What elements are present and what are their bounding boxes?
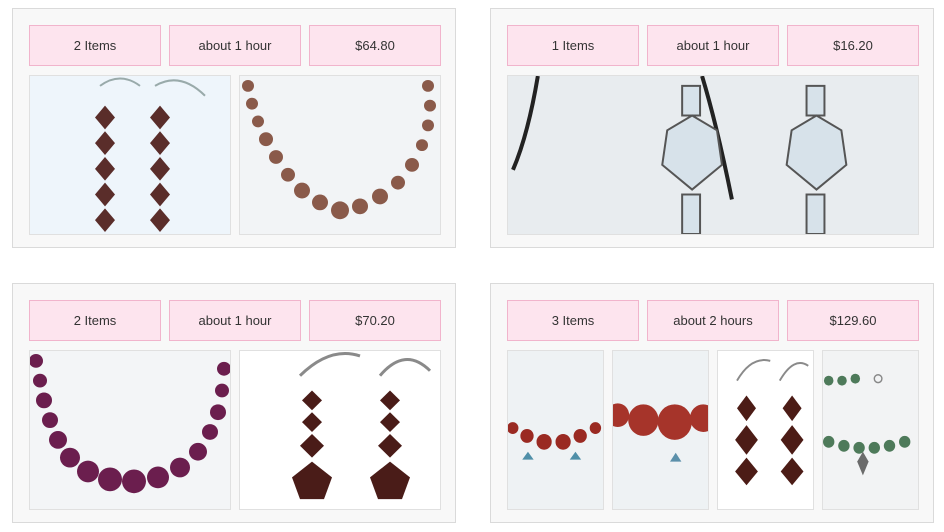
order-time-badge: about 2 hours — [647, 300, 779, 341]
order-price-badge: $129.60 — [787, 300, 919, 341]
product-photo-brown-drop-earrings[interactable] — [239, 350, 441, 510]
order-card-2[interactable]: 1 Items about 1 hour $16.20 — [490, 8, 934, 248]
order-price-badge: $70.20 — [309, 300, 441, 341]
order-price-badge: $64.80 — [309, 25, 441, 66]
item-count-badge: 3 Items — [507, 300, 639, 341]
product-photo-red-jasper-closeup[interactable] — [612, 350, 709, 510]
order-photos — [507, 350, 919, 510]
order-price-badge: $16.20 — [787, 25, 919, 66]
order-card-3[interactable]: 2 Items about 1 hour $70.20 — [12, 283, 456, 523]
product-photo-jasper-bracelet[interactable] — [239, 75, 441, 235]
order-time-badge: about 1 hour — [169, 25, 301, 66]
order-photos — [29, 75, 441, 235]
product-photo-clear-crystal-earrings[interactable] — [507, 75, 919, 235]
order-photos — [29, 350, 441, 510]
product-photo-amethyst-necklace[interactable] — [29, 350, 231, 510]
product-photo-red-jasper-bracelet[interactable] — [507, 350, 604, 510]
order-photos — [507, 75, 919, 235]
product-photo-purple-earrings[interactable] — [29, 75, 231, 235]
item-count-badge: 1 Items — [507, 25, 639, 66]
order-card-1[interactable]: 2 Items about 1 hour $64.80 — [12, 8, 456, 248]
order-card-4[interactable]: 3 Items about 2 hours $129.60 — [490, 283, 934, 523]
product-photo-brown-crystal-earrings[interactable] — [717, 350, 814, 510]
item-count-badge: 2 Items — [29, 300, 161, 341]
order-time-badge: about 1 hour — [647, 25, 779, 66]
order-time-badge: about 1 hour — [169, 300, 301, 341]
item-count-badge: 2 Items — [29, 25, 161, 66]
product-photo-green-jade-bracelet[interactable] — [822, 350, 919, 510]
